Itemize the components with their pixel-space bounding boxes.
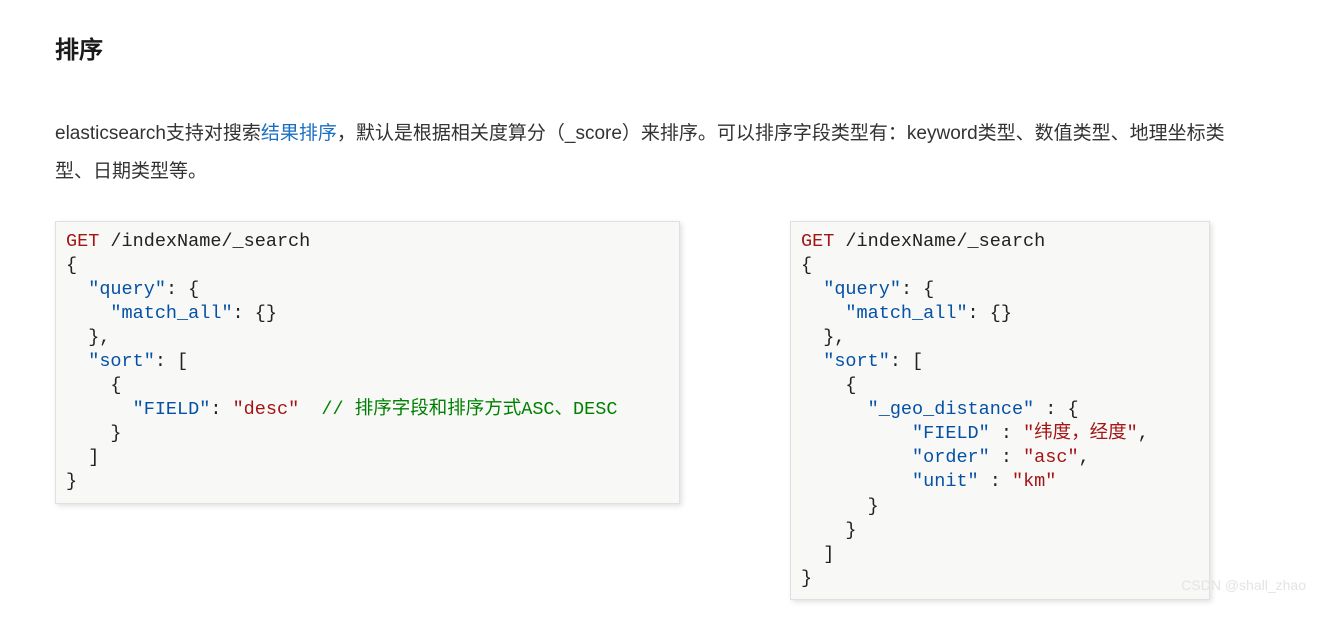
punct: }, — [66, 327, 110, 348]
json-string: "asc" — [1023, 447, 1079, 468]
section-heading: 排序 — [55, 30, 1269, 65]
punct: : [ — [155, 351, 188, 372]
json-key: "unit" — [912, 471, 979, 492]
http-method: GET — [66, 231, 99, 252]
punct: : { — [901, 279, 934, 300]
code-columns: GET /indexName/_search { "query": { "mat… — [55, 221, 1269, 600]
json-key: "match_all" — [110, 303, 232, 324]
json-key: "_geo_distance" — [868, 399, 1035, 420]
bracket: ] — [801, 544, 834, 565]
indent — [66, 279, 88, 300]
json-string: "km" — [1012, 471, 1056, 492]
brace: } — [801, 496, 879, 517]
space — [299, 399, 321, 420]
json-key: "query" — [823, 279, 901, 300]
indent — [66, 303, 110, 324]
indent — [801, 471, 912, 492]
punct: , — [1079, 447, 1090, 468]
brace: } — [66, 423, 122, 444]
indent — [66, 399, 133, 420]
http-method: GET — [801, 231, 834, 252]
indent — [801, 351, 823, 372]
watermark: CSDN @shall_zhao — [1181, 577, 1306, 593]
punct: : — [990, 423, 1023, 444]
code-comment: // 排序字段和排序方式ASC、DESC — [321, 399, 617, 420]
brace: } — [801, 568, 812, 589]
punct: , — [1138, 423, 1149, 444]
punct: : { — [166, 279, 199, 300]
brace: } — [801, 520, 857, 541]
brace: { — [801, 255, 812, 276]
punct: : — [990, 447, 1023, 468]
code-block-sort-geo: GET /indexName/_search { "query": { "mat… — [790, 221, 1210, 600]
punct: : { — [1034, 399, 1078, 420]
url-path: /indexName/_search — [99, 231, 310, 252]
json-key: "query" — [88, 279, 166, 300]
json-key: "sort" — [823, 351, 890, 372]
indent — [801, 399, 868, 420]
punct: : {} — [968, 303, 1012, 324]
code-block-sort-basic: GET /indexName/_search { "query": { "mat… — [55, 221, 680, 504]
indent — [801, 447, 912, 468]
json-key: "FIELD" — [912, 423, 990, 444]
json-string: "纬度，经度" — [1023, 423, 1138, 444]
brace: } — [66, 471, 77, 492]
punct: : [ — [890, 351, 923, 372]
punct: : — [210, 399, 232, 420]
json-key: "order" — [912, 447, 990, 468]
json-key: "match_all" — [845, 303, 967, 324]
result-sort-link[interactable]: 结果排序 — [261, 123, 337, 144]
json-key: "sort" — [88, 351, 155, 372]
punct: : — [979, 471, 1012, 492]
indent — [801, 423, 912, 444]
intro-paragraph: elasticsearch支持对搜索结果排序，默认是根据相关度算分（_score… — [55, 115, 1235, 191]
bracket: ] — [66, 447, 99, 468]
indent — [66, 351, 88, 372]
para-text-1: elasticsearch支持对搜索 — [55, 123, 261, 144]
brace: { — [801, 375, 857, 396]
brace: { — [66, 375, 122, 396]
json-string: "desc" — [233, 399, 300, 420]
json-key: "FIELD" — [133, 399, 211, 420]
punct: : {} — [233, 303, 277, 324]
indent — [801, 303, 845, 324]
brace: { — [66, 255, 77, 276]
indent — [801, 279, 823, 300]
url-path: /indexName/_search — [834, 231, 1045, 252]
punct: }, — [801, 327, 845, 348]
